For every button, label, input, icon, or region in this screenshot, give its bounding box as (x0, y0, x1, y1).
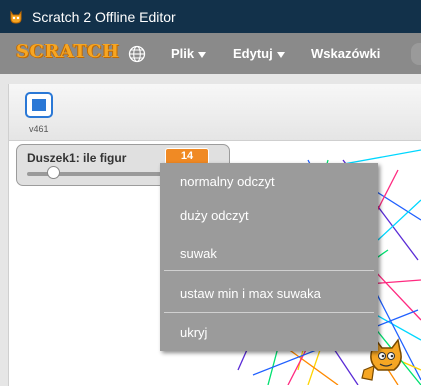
menu-large-readout[interactable]: duży odczyt (160, 201, 378, 231)
menu-separator (164, 270, 374, 271)
menu-item-label: duży odczyt (180, 208, 249, 223)
menu-hide[interactable]: ukryj (160, 318, 378, 348)
menu-item-label: suwak (180, 246, 217, 261)
menu-edit-label: Edytuj (233, 46, 273, 61)
menu-bar: SCRATCH Plik Edytuj Wskazówki (0, 33, 421, 74)
menu-set-slider-range[interactable]: ustaw min i max suwaka (160, 279, 378, 309)
fullscreen-button[interactable] (25, 92, 53, 118)
context-menu: normalny odczyt duży odczyt suwak ustaw … (160, 163, 378, 351)
stage-header (8, 84, 421, 141)
dropdown-arrow-icon (198, 51, 207, 58)
menu-file-label: Plik (171, 46, 195, 61)
menu-overflow-edge (411, 43, 421, 65)
menu-edit[interactable]: Edytuj (233, 45, 285, 63)
variable-label: Duszek1: ile figur (27, 151, 127, 165)
window-title: Scratch 2 Offline Editor (32, 9, 176, 25)
version-label: v461 (29, 124, 49, 134)
globe-icon[interactable] (128, 45, 146, 63)
slider-knob[interactable] (46, 166, 60, 179)
fullscreen-icon (32, 99, 46, 111)
scratch-cat-icon (10, 10, 22, 24)
dropdown-arrow-icon (276, 51, 285, 58)
menu-item-label: normalny odczyt (180, 174, 275, 189)
scratch-logo[interactable]: SCRATCH (16, 41, 120, 63)
title-bar: Scratch 2 Offline Editor (0, 0, 421, 33)
menu-separator (164, 312, 374, 313)
menu-slider[interactable]: suwak (160, 239, 378, 269)
menu-item-label: ukryj (180, 325, 208, 340)
menu-tips[interactable]: Wskazówki (311, 45, 380, 63)
menu-tips-label: Wskazówki (311, 46, 381, 61)
menu-item-label: ustaw min i max suwaka (180, 286, 321, 301)
menu-file[interactable]: Plik (171, 45, 207, 63)
menu-normal-readout[interactable]: normalny odczyt (160, 167, 378, 197)
